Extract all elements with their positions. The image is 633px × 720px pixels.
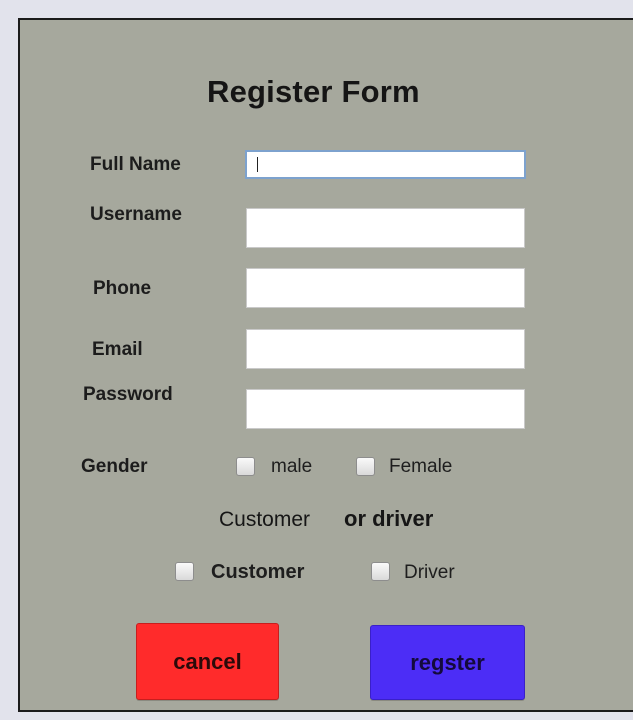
customer-option-label[interactable]: Customer <box>211 561 304 584</box>
username-input[interactable] <box>246 208 525 248</box>
gender-label: Gender <box>81 456 148 477</box>
phone-input[interactable] <box>246 268 525 308</box>
male-checkbox[interactable] <box>236 457 255 476</box>
driver-checkbox[interactable] <box>371 562 390 581</box>
register-form-window: Register Form Full Name Username Phone E… <box>18 18 633 712</box>
password-input[interactable] <box>246 389 525 429</box>
email-input[interactable] <box>246 329 525 369</box>
driver-option-label[interactable]: Driver <box>404 562 455 584</box>
text-cursor <box>257 157 258 172</box>
email-label: Email <box>92 339 143 360</box>
customer-checkbox[interactable] <box>175 562 194 581</box>
role-prompt-customer: Customer <box>219 508 311 531</box>
password-label: Password <box>83 384 173 405</box>
phone-label: Phone <box>93 278 152 299</box>
full-name-label: Full Name <box>90 154 181 175</box>
username-label: Username <box>90 204 182 225</box>
cancel-button[interactable]: cancel <box>136 623 279 700</box>
role-prompt-or-driver: or driver <box>344 506 434 531</box>
register-button[interactable]: regster <box>370 625 525 700</box>
male-option-label[interactable]: male <box>271 456 312 478</box>
full-name-input[interactable] <box>245 150 526 179</box>
form-title: Register Form <box>207 74 420 109</box>
female-checkbox[interactable] <box>356 457 375 476</box>
female-option-label[interactable]: Female <box>389 456 452 478</box>
